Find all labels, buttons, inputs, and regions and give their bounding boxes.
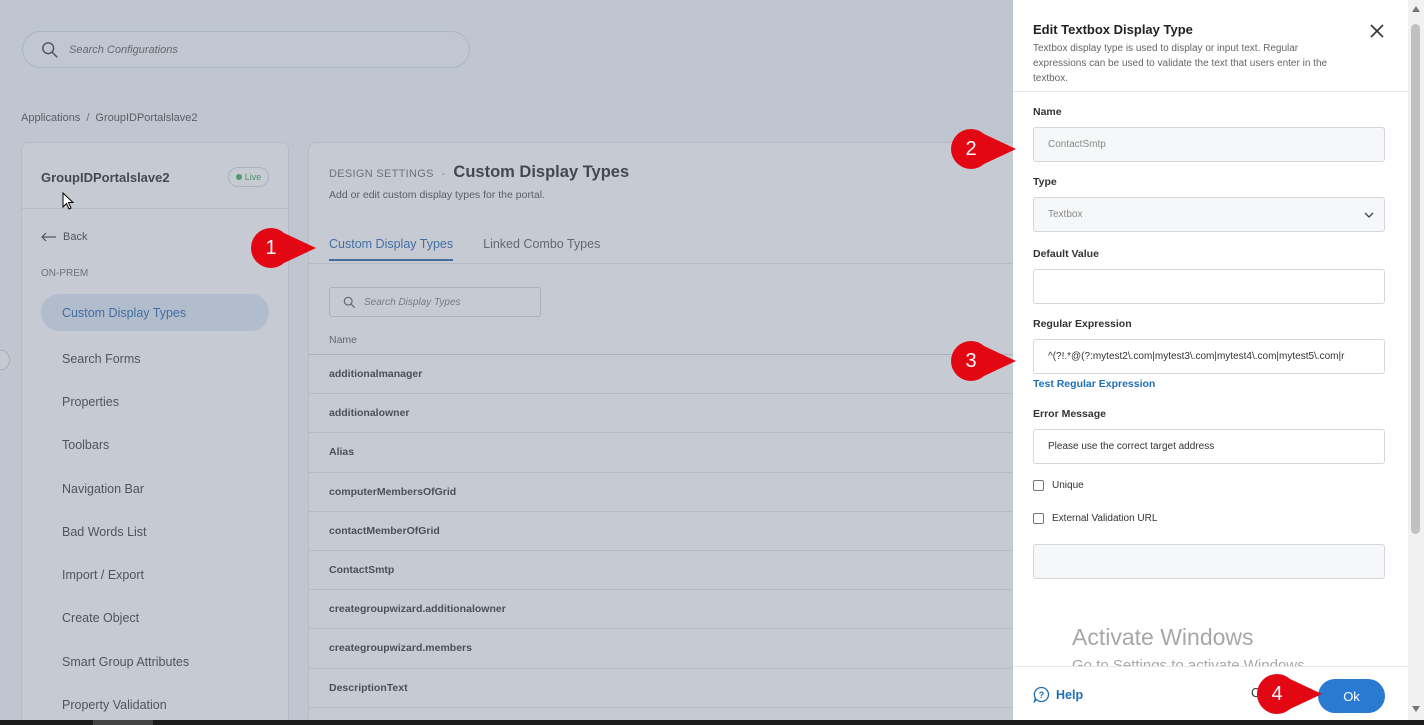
help-link[interactable]: ? Help	[1033, 686, 1083, 703]
default-value-field[interactable]	[1033, 269, 1385, 304]
callout-number-4: 4	[1271, 682, 1283, 705]
type-select[interactable]: Textbox	[1033, 197, 1385, 232]
watermark-line-1: Activate Windows	[1072, 624, 1254, 650]
drawer-description: Textbox display type is used to display …	[1033, 43, 1328, 84]
drawer-header: Edit Textbox Display Type Textbox displa…	[1013, 0, 1410, 92]
regex-input[interactable]	[1048, 351, 1378, 362]
mouse-cursor-icon	[62, 192, 74, 210]
edit-display-type-drawer: Edit Textbox Display Type Textbox displa…	[1013, 0, 1410, 720]
name-field-value: ContactSmtp	[1048, 139, 1106, 150]
help-icon: ?	[1033, 686, 1050, 703]
callout-number-1: 1	[265, 236, 277, 259]
close-icon[interactable]	[1368, 22, 1386, 40]
callout-marker-2: 2	[951, 129, 1016, 169]
type-select-value: Textbox	[1048, 209, 1083, 220]
external-validation-option[interactable]: External Validation URL	[1033, 513, 1157, 524]
help-label: Help	[1056, 687, 1084, 702]
drawer-scrollbar[interactable]	[1408, 0, 1424, 720]
regex-field-label: Regular Expression	[1033, 318, 1132, 330]
callout-marker-3: 3	[951, 341, 1016, 381]
scroll-up-arrow-icon[interactable]	[1412, 6, 1420, 12]
callout-marker-1: 1	[251, 228, 316, 268]
taskbar	[0, 720, 1424, 725]
default-value-label: Default Value	[1033, 248, 1099, 260]
modal-backdrop[interactable]	[0, 0, 1013, 725]
callout-marker-4: 4	[1257, 674, 1322, 714]
external-validation-url-field	[1033, 544, 1385, 579]
external-validation-label: External Validation URL	[1052, 513, 1158, 524]
regex-field[interactable]	[1033, 339, 1385, 374]
unique-label: Unique	[1052, 480, 1084, 491]
name-field-label: Name	[1033, 106, 1062, 118]
chevron-down-icon	[1364, 212, 1374, 218]
error-message-field[interactable]	[1033, 429, 1385, 464]
error-message-input[interactable]	[1048, 441, 1378, 452]
scroll-down-arrow-icon[interactable]	[1412, 706, 1420, 712]
svg-text:?: ?	[1039, 690, 1045, 700]
unique-option[interactable]: Unique	[1033, 480, 1084, 491]
test-regex-link[interactable]: Test Regular Expression	[1033, 378, 1155, 390]
error-message-label: Error Message	[1033, 408, 1106, 420]
unique-checkbox[interactable]	[1033, 480, 1044, 491]
callout-number-3: 3	[965, 349, 977, 372]
scrollbar-thumb[interactable]	[1411, 24, 1420, 534]
default-value-input[interactable]	[1048, 281, 1378, 292]
drawer-footer: ? Help C Ok	[1013, 666, 1410, 720]
ok-button[interactable]: Ok	[1318, 679, 1385, 713]
external-validation-checkbox[interactable]	[1033, 513, 1044, 524]
name-field[interactable]: ContactSmtp	[1033, 127, 1385, 162]
taskbar-item[interactable]	[93, 720, 153, 725]
type-field-label: Type	[1033, 176, 1057, 188]
callout-number-2: 2	[965, 137, 977, 160]
drawer-title: Edit Textbox Display Type	[1033, 22, 1193, 37]
